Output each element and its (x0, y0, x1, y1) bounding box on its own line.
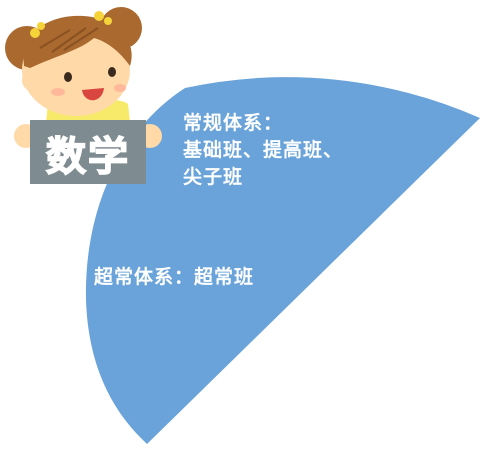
super-system-text: 超常体系：超常班 (94, 266, 255, 288)
stage: 数学 常规体系： 基础班、提高班、 尖子班 超常体系：超常班 (0, 0, 482, 450)
regular-system-classes: 基础班、提高班、 (183, 139, 344, 161)
sign-label: 数学 (45, 133, 130, 181)
regular-system-title: 常规体系： (183, 112, 284, 134)
illustration (5, 7, 480, 444)
regular-system-block: 常规体系： 基础班、提高班、 尖子班 (183, 110, 343, 191)
regular-system-top-class: 尖子班 (183, 166, 244, 188)
super-system-block: 超常体系：超常班 (94, 264, 254, 291)
